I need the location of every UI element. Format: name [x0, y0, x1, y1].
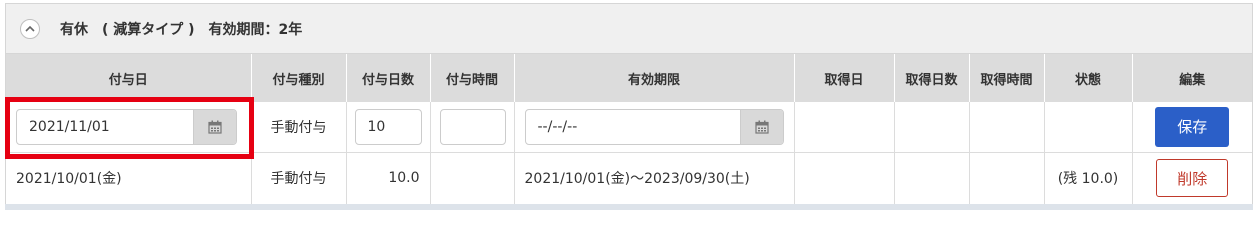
edit-row: 2021/11/01 手動付与 10 --/--/-- 保存 — [6, 102, 1252, 153]
delete-button[interactable]: 削除 — [1156, 159, 1229, 197]
save-button[interactable]: 保存 — [1155, 106, 1230, 147]
taken-date-cell — [794, 152, 895, 205]
column-header-taken-date: 取得日 — [794, 54, 895, 102]
expiry-date-value: --/--/-- — [537, 118, 578, 135]
column-header-taken-time: 取得時間 — [969, 54, 1045, 102]
taken-days-cell — [894, 102, 970, 153]
grant-type-cell: 手動付与 — [251, 102, 347, 153]
status-cell — [1044, 102, 1133, 153]
chevron-up-icon[interactable] — [20, 18, 40, 39]
grant-days-cell: 10.0 — [346, 152, 431, 205]
grant-time-cell — [430, 152, 515, 205]
taken-time-cell — [969, 102, 1045, 153]
column-header-grant-date: 付与日 — [6, 54, 252, 102]
grant-type-cell: 手動付与 — [251, 152, 347, 205]
grant-table: 付与日 付与種別 付与日数 付与時間 有効期限 取得日 取得日数 取得時間 状態… — [6, 54, 1252, 205]
grant-days-input[interactable]: 10 — [354, 108, 422, 145]
taken-time-cell — [969, 152, 1045, 205]
panel-header: 有休 ( 減算タイプ ) 有効期間：2年 — [6, 4, 1252, 54]
leave-panel: 有休 ( 減算タイプ ) 有効期間：2年 付与日 付与種別 付与日数 付与時間 … — [5, 3, 1253, 208]
grant-date-input[interactable]: 2021/11/01 — [16, 108, 237, 145]
next-row-strip — [5, 204, 1253, 210]
expiry-date-input[interactable]: --/--/-- — [524, 108, 784, 145]
grant-date-value: 2021/11/01 — [29, 118, 110, 135]
grant-date-cell: 2021/10/01(金) — [6, 152, 252, 205]
panel-title: 有休 ( 減算タイプ ) 有効期間：2年 — [60, 21, 303, 38]
column-header-taken-days: 取得日数 — [894, 54, 970, 102]
column-header-grant-time: 付与時間 — [430, 54, 515, 102]
column-header-edit: 編集 — [1132, 54, 1252, 102]
calendar-icon[interactable] — [739, 109, 783, 144]
table-header-row: 付与日 付与種別 付与日数 付与時間 有効期限 取得日 取得日数 取得時間 状態… — [6, 54, 1252, 102]
column-header-grant-type: 付与種別 — [251, 54, 347, 102]
grant-time-input[interactable] — [439, 108, 506, 145]
expiry-cell: 2021/10/01(金)～2023/09/30(土) — [514, 152, 795, 205]
taken-date-cell — [794, 102, 895, 153]
table-row: 2021/10/01(金) 手動付与 10.0 2021/10/01(金)～20… — [6, 152, 1252, 205]
calendar-icon[interactable] — [192, 109, 236, 144]
column-header-status: 状態 — [1044, 54, 1133, 102]
column-header-grant-days: 付与日数 — [346, 54, 431, 102]
column-header-expiry: 有効期限 — [514, 54, 795, 102]
status-cell: (残 10.0) — [1044, 152, 1133, 205]
taken-days-cell — [894, 152, 970, 205]
